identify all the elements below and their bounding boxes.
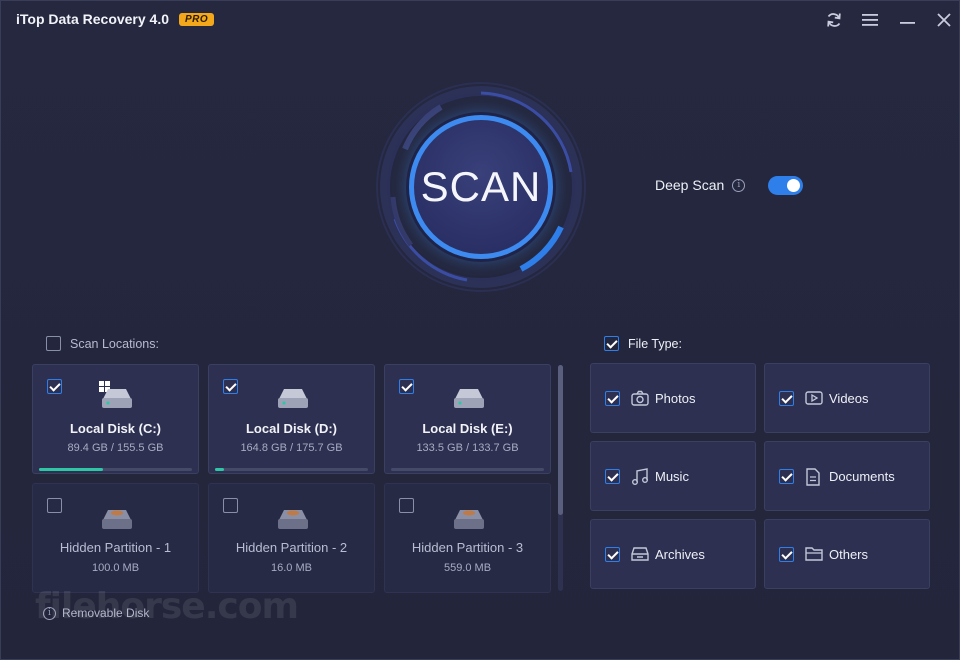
hidden-partition-card-1[interactable]: Hidden Partition - 1 100.0 MB: [32, 483, 199, 593]
file-type-music[interactable]: Music: [590, 441, 756, 511]
file-type-videos[interactable]: Videos: [764, 363, 930, 433]
hard-drive-icon: [278, 389, 308, 408]
disk-size: 164.8 GB / 175.7 GB: [240, 442, 343, 454]
file-type-name: Others: [829, 547, 869, 562]
hidden-partition-card-3[interactable]: Hidden Partition - 3 559.0 MB: [384, 483, 551, 593]
title-bar: iTop Data Recovery 4.0 PRO: [1, 1, 959, 39]
disk-card-e[interactable]: Local Disk (E:) 133.5 GB / 133.7 GB: [384, 364, 551, 474]
hidden-partition-card-2[interactable]: Hidden Partition - 2 16.0 MB: [208, 483, 375, 593]
scrollbar-thumb[interactable]: [558, 365, 563, 515]
menu-button[interactable]: [859, 9, 881, 31]
refresh-icon: [827, 13, 841, 27]
locations-scrollbar[interactable]: [558, 365, 563, 591]
music-icon: [632, 468, 648, 485]
file-type-item-checkbox[interactable]: [605, 391, 620, 406]
hard-drive-icon: [102, 389, 132, 408]
refresh-button[interactable]: [823, 9, 845, 31]
archive-icon: [631, 547, 649, 561]
close-button[interactable]: [933, 9, 955, 31]
hard-drive-icon: [454, 389, 484, 408]
disk-size: 100.0 MB: [91, 562, 140, 574]
minimize-button[interactable]: [897, 9, 919, 31]
pro-badge: PRO: [179, 13, 215, 26]
file-type-item-checkbox[interactable]: [605, 469, 620, 484]
scan-locations-checkbox[interactable]: [46, 336, 61, 351]
info-icon[interactable]: i: [732, 178, 746, 192]
file-type-item-checkbox[interactable]: [605, 547, 620, 562]
video-icon: [805, 391, 823, 405]
app-title: iTop Data Recovery 4.0: [16, 11, 170, 27]
file-type-label: File Type:: [628, 337, 682, 351]
disk-usage-bar: [215, 468, 368, 471]
file-type-item-checkbox[interactable]: [779, 547, 794, 562]
disk-name: Local Disk (C:): [69, 421, 161, 436]
close-icon: [937, 13, 951, 27]
disk-usage-bar: [391, 468, 544, 471]
file-type-documents[interactable]: Documents: [764, 441, 930, 511]
deep-scan-toggle[interactable]: [768, 176, 803, 195]
file-type-name: Videos: [829, 391, 869, 406]
scan-button[interactable]: SCAN: [409, 115, 553, 259]
file-type-archives[interactable]: Archives: [590, 519, 756, 589]
disk-checkbox[interactable]: [47, 498, 62, 513]
disk-name: Hidden Partition - 1: [59, 540, 172, 555]
file-type-photos[interactable]: Photos: [590, 363, 756, 433]
file-type-name: Documents: [829, 469, 895, 484]
disk-card-c[interactable]: Local Disk (C:) 89.4 GB / 155.5 GB: [32, 364, 199, 474]
file-type-others[interactable]: Others: [764, 519, 930, 589]
disk-size: 559.0 MB: [443, 562, 492, 574]
partition-drive-icon: [102, 510, 132, 529]
disk-checkbox[interactable]: [223, 379, 238, 394]
scan-area: SCAN: [371, 77, 591, 297]
deep-scan-option: Deep Scan i: [655, 177, 746, 193]
file-type-item-checkbox[interactable]: [779, 469, 794, 484]
partition-drive-icon: [454, 510, 484, 529]
camera-icon: [631, 390, 649, 406]
scan-locations-label: Scan Locations:: [70, 337, 159, 351]
disk-name: Local Disk (E:): [422, 421, 513, 436]
file-type-name: Photos: [655, 391, 696, 406]
file-type-name: Music: [655, 469, 689, 484]
hamburger-menu-icon: [862, 14, 878, 26]
disk-name: Hidden Partition - 3: [411, 540, 524, 555]
disk-size: 133.5 GB / 133.7 GB: [416, 442, 519, 454]
app-window: iTop Data Recovery 4.0 PRO SCAN Deep Sca…: [0, 0, 960, 660]
disk-checkbox[interactable]: [399, 498, 414, 513]
folder-icon: [805, 547, 823, 561]
watermark-logo: filehorse.com: [35, 586, 299, 627]
document-icon: [806, 468, 820, 486]
disk-checkbox[interactable]: [399, 379, 414, 394]
disk-name: Hidden Partition - 2: [235, 540, 348, 555]
disk-name: Local Disk (D:): [245, 421, 337, 436]
minimize-icon: [900, 22, 915, 24]
partition-drive-icon: [278, 510, 308, 529]
file-type-name: Archives: [655, 547, 705, 562]
disk-checkbox[interactable]: [47, 379, 62, 394]
file-type-item-checkbox[interactable]: [779, 391, 794, 406]
disk-usage-bar: [39, 468, 192, 471]
disk-checkbox[interactable]: [223, 498, 238, 513]
file-type-checkbox[interactable]: [604, 336, 619, 351]
disk-size: 89.4 GB / 155.5 GB: [67, 442, 164, 454]
disk-card-d[interactable]: Local Disk (D:) 164.8 GB / 175.7 GB: [208, 364, 375, 474]
deep-scan-label: Deep Scan: [655, 177, 725, 193]
disk-size: 16.0 MB: [271, 562, 312, 574]
